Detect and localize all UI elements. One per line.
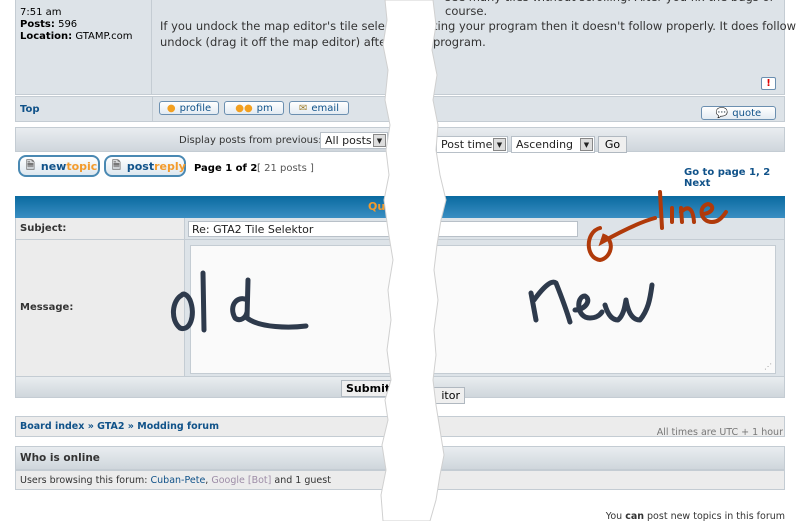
tear-shape [380, 0, 447, 521]
torn-paper-gap [380, 0, 447, 521]
